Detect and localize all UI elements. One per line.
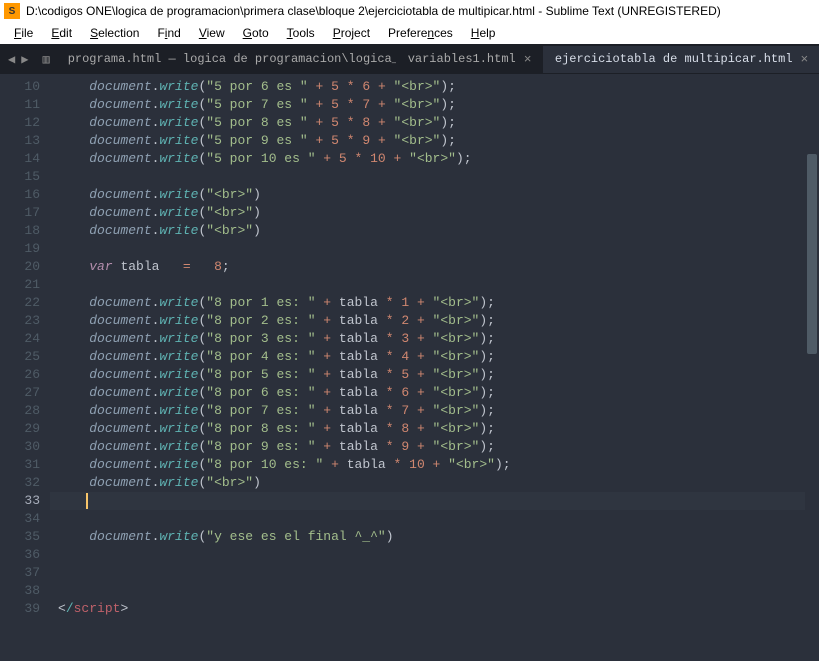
nav-forward-icon[interactable]: ▶ [21, 52, 28, 67]
tab-variables1[interactable]: variables1.html × [396, 46, 543, 73]
tab-dropdown-icon[interactable]: ▥ [36, 52, 55, 67]
scrollbar-vertical[interactable] [805, 74, 819, 661]
nav-back-icon[interactable]: ◀ [8, 52, 15, 67]
menu-file[interactable]: File [6, 24, 41, 42]
menu-tools[interactable]: Tools [279, 24, 323, 42]
menu-find[interactable]: Find [149, 24, 188, 42]
tab-ejercicio[interactable]: ejerciciotabla de multipicar.html × [543, 46, 819, 73]
menu-view[interactable]: View [191, 24, 233, 42]
menu-selection[interactable]: Selection [82, 24, 147, 42]
code-content[interactable]: document.write("5 por 6 es " + 5 * 6 + "… [50, 74, 819, 661]
tab-bar: ◀ ▶ ▥ programa.html — logica de programa… [0, 44, 819, 74]
menu-project[interactable]: Project [325, 24, 378, 42]
tab-programa[interactable]: programa.html — logica de programacion\l… [56, 46, 396, 72]
close-icon[interactable]: × [524, 52, 532, 67]
menu-help[interactable]: Help [463, 24, 504, 42]
editor-area: 1011121314151617181920212223242526272829… [0, 74, 819, 661]
close-icon[interactable]: × [801, 52, 809, 67]
tab-label: programa.html — logica de programacion\l… [68, 52, 396, 66]
window-titlebar: S D:\codigos ONE\logica de programacion\… [0, 0, 819, 22]
line-number-gutter: 1011121314151617181920212223242526272829… [0, 74, 50, 661]
menu-goto[interactable]: Goto [235, 24, 277, 42]
app-icon: S [4, 3, 20, 19]
menu-edit[interactable]: Edit [43, 24, 80, 42]
menubar: File Edit Selection Find View Goto Tools… [0, 22, 819, 44]
tab-label: variables1.html [408, 52, 516, 66]
nav-arrows: ◀ ▶ [0, 52, 36, 67]
window-title: D:\codigos ONE\logica de programacion\pr… [26, 4, 721, 18]
menu-preferences[interactable]: Preferences [380, 24, 461, 42]
tab-label: ejerciciotabla de multipicar.html [555, 52, 793, 66]
scrollbar-thumb[interactable] [807, 154, 817, 354]
